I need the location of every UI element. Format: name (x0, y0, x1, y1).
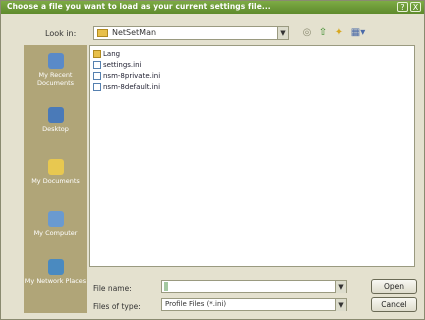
views-menu-icon[interactable]: ▦▾ (349, 27, 367, 39)
chevron-down-icon[interactable]: ▼ (277, 27, 288, 39)
list-item[interactable]: settings.ini (93, 60, 141, 70)
my-documents-icon (47, 159, 64, 175)
chevron-down-icon[interactable]: ▼ (335, 299, 346, 311)
place-my-documents[interactable]: My Documents (24, 159, 87, 185)
list-item[interactable]: Lang (93, 49, 120, 59)
file-name: settings.ini (103, 60, 142, 69)
new-folder-icon[interactable]: ✦ (333, 27, 345, 39)
place-label: My Documents (31, 177, 80, 185)
place-my-computer[interactable]: My Computer (24, 211, 87, 237)
dialog-title: Choose a file you want to load as your c… (7, 2, 271, 11)
place-recent-documents[interactable]: My Recent Documents (24, 53, 87, 87)
look-in-dropdown[interactable]: NetSetMan ▼ (93, 26, 289, 40)
back-arrow-icon[interactable]: ◎ (301, 27, 313, 39)
network-places-icon (47, 259, 64, 275)
ini-file-icon (93, 82, 101, 91)
place-label: Desktop (42, 125, 69, 133)
place-label: My Network Places (24, 277, 87, 285)
place-label: My Computer (33, 229, 78, 237)
file-name: nsm-8default.ini (103, 82, 161, 91)
place-desktop[interactable]: Desktop (24, 107, 87, 133)
my-computer-icon (47, 211, 64, 227)
file-name: Lang (103, 49, 121, 58)
place-label: My Recent Documents (36, 71, 75, 87)
filetype-select[interactable]: Profile Files (*.ini) ▼ (161, 298, 347, 311)
filetype-value: Profile Files (*.ini) (165, 300, 227, 308)
recent-documents-icon (47, 53, 64, 69)
filetype-label: Files of type: (93, 302, 141, 311)
title-bar[interactable]: Choose a file you want to load as your c… (1, 1, 424, 14)
file-name: nsm-8private.ini (103, 71, 161, 80)
places-bar: My Recent Documents Desktop My Documents… (24, 45, 87, 313)
up-folder-icon[interactable]: ⇧ (317, 27, 329, 39)
close-button[interactable]: X (410, 2, 421, 12)
folder-icon (93, 49, 101, 58)
desktop-icon (47, 107, 64, 123)
open-file-dialog: Choose a file you want to load as your c… (0, 0, 425, 320)
folder-icon (97, 29, 108, 37)
ini-file-icon (93, 71, 101, 80)
place-network-places[interactable]: My Network Places (24, 259, 87, 285)
ini-file-icon (93, 60, 101, 69)
open-button[interactable]: Open (371, 279, 417, 294)
list-item[interactable]: nsm-8private.ini (93, 71, 160, 81)
chevron-down-icon[interactable]: ▼ (335, 281, 346, 293)
filename-value (164, 282, 168, 291)
look-in-value: NetSetMan (112, 28, 157, 37)
file-list[interactable]: Lang settings.ini nsm-8private.ini nsm-8… (89, 45, 415, 267)
look-in-label: Look in: (45, 29, 77, 38)
filename-field[interactable]: ▼ (161, 280, 347, 293)
filename-label: File name: (93, 284, 132, 293)
cancel-button[interactable]: Cancel (371, 297, 417, 312)
list-item[interactable]: nsm-8default.ini (93, 82, 160, 92)
help-button[interactable]: ? (397, 2, 408, 12)
